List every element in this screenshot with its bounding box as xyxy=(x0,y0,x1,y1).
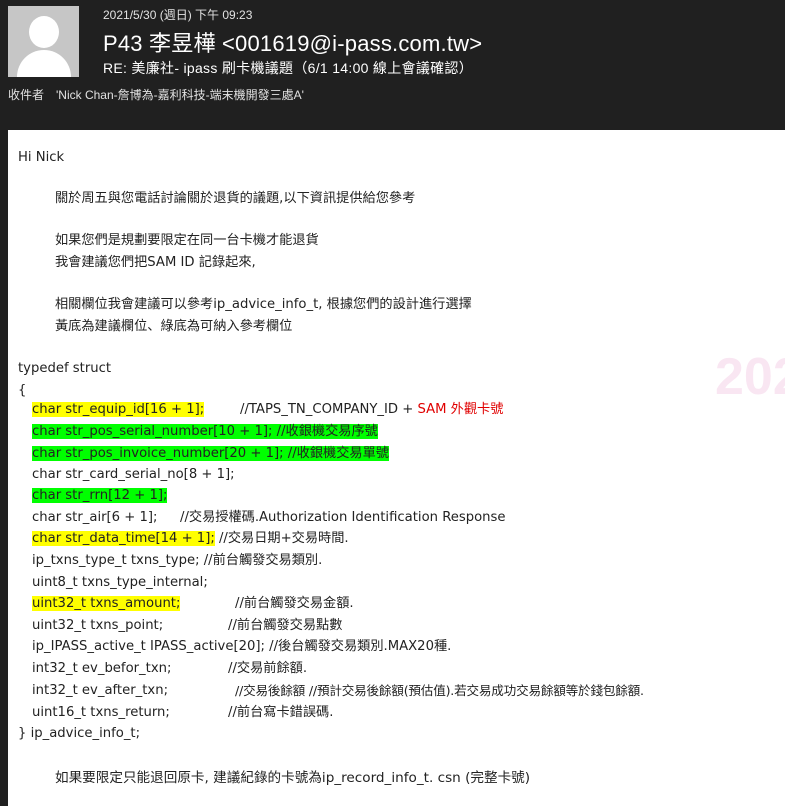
code-line-data-time: char str_data_time[14 + 1]; //交易日期+交易時間. xyxy=(32,529,349,549)
code-line-txns-point: uint32_t txns_point; xyxy=(32,618,164,633)
highlight-yellow-text: char str_data_time[14 + 1]; xyxy=(32,531,215,546)
struct-close: } ip_advice_info_t; xyxy=(18,726,141,741)
paragraph-2-line-1: 如果您們是規劃要限定在同一台卡機才能退貨 xyxy=(55,233,319,248)
typedef-line: typedef struct xyxy=(18,361,112,376)
avatar-head-shape xyxy=(29,16,59,48)
avatar-body-shape xyxy=(17,50,71,77)
highlight-green-text: char str_rrn[12 + 1]; xyxy=(32,488,168,503)
code-comment-equip-id: //TAPS_TN_COMPANY_ID + SAM 外觀卡號 xyxy=(240,400,503,420)
highlight-yellow-text: char str_equip_id[16 + 1]; xyxy=(32,402,205,417)
code-comment-txns-amount: //前台觸發交易金額. xyxy=(235,596,354,611)
code-comment-ev-after: //交易後餘額 //預計交易後餘額(預估值).若交易成功交易餘額等於錢包餘額. xyxy=(235,683,644,698)
paragraph-3-line-1: 相關欄位我會建議可以參考ip_advice_info_t, 根據您們的設計進行選… xyxy=(55,297,472,312)
code-comment-ev-befor: //交易前餘額. xyxy=(228,661,308,676)
code-line-txns-type: ip_txns_type_t txns_type; //前台觸發交易類別. xyxy=(32,553,323,568)
code-comment-txns-point: //前台觸發交易點數 xyxy=(228,618,343,633)
comment-text: //交易日期+交易時間. xyxy=(214,531,349,546)
red-text: SAM 外觀卡號 xyxy=(417,402,504,417)
comment-text: //TAPS_TN_COMPANY_ID + xyxy=(240,402,418,417)
sent-date: 2021/5/30 (週日) 下午 09:23 xyxy=(103,8,253,22)
code-line-air: char str_air[6 + 1]; xyxy=(32,510,158,525)
code-line-pos-serial: char str_pos_serial_number[10 + 1]; //收銀… xyxy=(32,422,378,442)
message-header: 2021/5/30 (週日) 下午 09:23 P43 李昱樺 <001619@… xyxy=(0,0,785,130)
code-line-pos-invoice: char str_pos_invoice_number[20 + 1]; //收… xyxy=(32,444,389,464)
sender-name[interactable]: P43 李昱樺 <001619@i-pass.com.tw> xyxy=(103,26,482,58)
greeting: Hi Nick xyxy=(18,150,65,165)
code-line-txns-amount: uint32_t txns_amount; xyxy=(32,594,181,614)
code-line-equip-id: char str_equip_id[16 + 1]; xyxy=(32,400,205,420)
paragraph-4: 如果要限定只能退回原卡, 建議紀錄的卡號為ip_record_info_t. c… xyxy=(55,770,531,786)
code-comment-txns-return: //前台寫卡錯誤碼. xyxy=(228,705,334,720)
avatar[interactable] xyxy=(8,6,79,77)
code-comment-air: //交易授權碼.Authorization Identification Res… xyxy=(180,510,506,525)
code-line-ev-after: int32_t ev_after_txn; xyxy=(32,683,169,698)
code-line-ipass-active: ip_IPASS_active_t IPASS_active[20]; //後台… xyxy=(32,639,452,654)
code-line-rrn: char str_rrn[12 + 1]; xyxy=(32,486,168,506)
paragraph-1: 關於周五與您電話討論關於退貨的議題,以下資訊提供給您參考 xyxy=(55,191,416,206)
highlight-green-text: char str_pos_serial_number[10 + 1]; //收銀… xyxy=(32,424,378,439)
brace-open: { xyxy=(18,383,27,398)
paragraph-3-line-2: 黃底為建議欄位、綠底為可納入參考欄位 xyxy=(55,319,293,334)
recipient-label: 收件者 xyxy=(8,88,45,102)
recipient-value[interactable]: 'Nick Chan-詹博為-嘉利科技-端末機開發三處A' xyxy=(56,86,304,103)
code-line-card-serial: char str_card_serial_no[8 + 1]; xyxy=(32,467,235,482)
highlight-yellow-text: uint32_t txns_amount; xyxy=(32,596,181,611)
watermark-text: 202 xyxy=(715,348,785,406)
code-line-txns-type-internal: uint8_t txns_type_internal; xyxy=(32,575,208,590)
highlight-green-text: char str_pos_invoice_number[20 + 1]; //收… xyxy=(32,446,389,461)
subject-line: RE: 美廉社- ipass 刷卡機議題（6/1 14:00 線上會議確認） xyxy=(103,60,474,76)
message-body: 202 Hi Nick 關於周五與您電話討論關於退貨的議題,以下資訊提供給您參考… xyxy=(8,130,785,806)
code-line-txns-return: uint16_t txns_return; xyxy=(32,705,170,720)
paragraph-2-line-2: 我會建議您們把SAM ID 記錄起來, xyxy=(55,255,256,270)
code-line-ev-befor: int32_t ev_befor_txn; xyxy=(32,661,172,676)
